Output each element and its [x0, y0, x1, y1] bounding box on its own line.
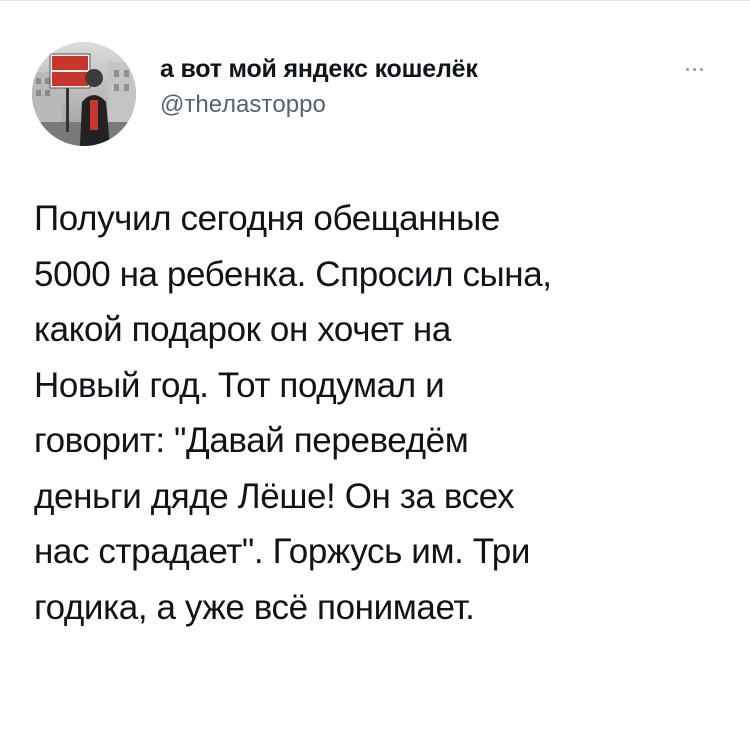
tweet-card: а вот мой яндекс кошелёк @тheлasтoppo По… — [0, 0, 750, 734]
more-horizontal-icon — [699, 67, 703, 71]
avatar-photo — [32, 42, 136, 146]
tweet-text-line: годика, а уже всё понимает. — [34, 587, 475, 627]
tweet-text-line: говорит: "Давай переведём — [34, 421, 469, 460]
tweet-text-line: какой подарок он хочет на — [34, 310, 451, 349]
tweet-text: Получил сегодня обещанные 5000 на ребенк… — [34, 191, 734, 635]
more-horizontal-icon — [685, 67, 689, 71]
tweet-text-line: 5000 на ребенка. Спросил сына, — [34, 254, 552, 294]
more-horizontal-icon — [692, 67, 696, 71]
tweet-text-line: Новый год. Тот подумал и — [34, 365, 445, 405]
tweet-text-line: Получил сегодня обещанные — [34, 199, 500, 238]
author-block: а вот мой яндекс кошелёк @тheлasтoppo — [160, 54, 478, 120]
tweet-text-line: деньги дяде Лёше! Он за всех — [34, 476, 515, 516]
avatar[interactable] — [32, 42, 136, 146]
author-display-name[interactable]: а вот мой яндекс кошелёк — [160, 54, 478, 84]
more-options-button[interactable] — [672, 56, 716, 82]
author-handle[interactable]: @тheлasтoppo — [160, 90, 478, 120]
tweet-text-line: нас страдает". Горжусь им. Три — [34, 532, 530, 571]
